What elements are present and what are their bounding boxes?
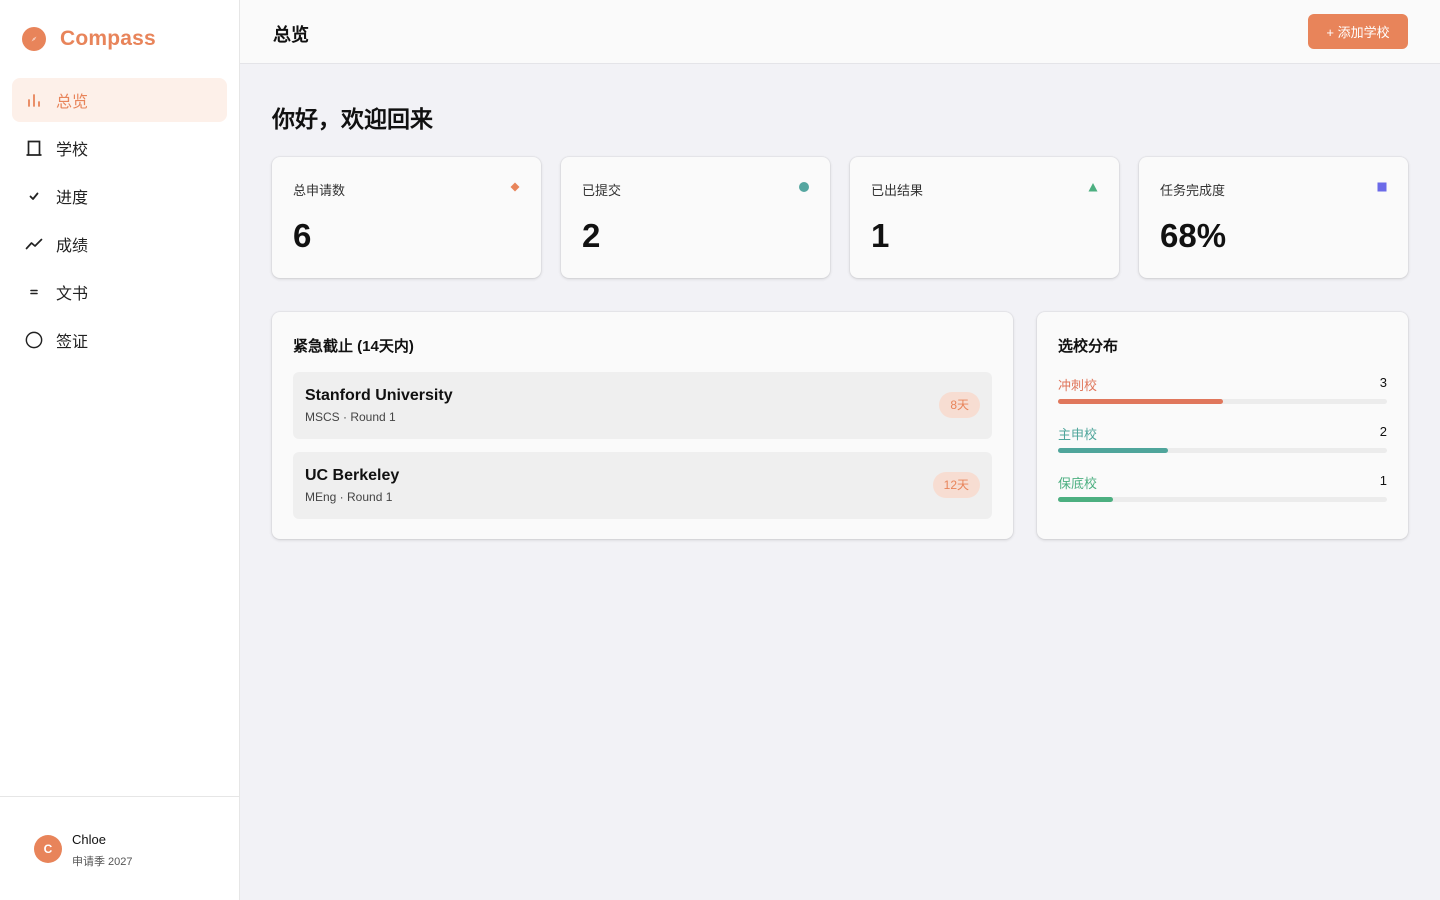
distribution-count: 1 <box>1379 473 1387 488</box>
deadline-detail: MSCS · Round 1 <box>305 410 396 424</box>
user-profile[interactable]: C Chloe 申请季 2027 <box>0 796 239 900</box>
page-title: 总览 <box>273 25 309 45</box>
deadline-school: UC Berkeley <box>305 467 400 484</box>
distribution-label: 冲刺校 <box>1058 378 1098 393</box>
avatar: C <box>34 835 62 863</box>
sidebar: Compass 总览 学校 进度 成绩 文书 签证 C Chloe 申请季 20… <box>0 0 240 900</box>
deadline-detail: MEng · Round 1 <box>305 490 393 504</box>
compass-icon <box>22 27 46 51</box>
distribution-label: 主申校 <box>1058 427 1098 442</box>
stat-label: 已提交 <box>582 183 622 198</box>
sidebar-item-label: 签证 <box>56 334 89 351</box>
sidebar-item-label: 进度 <box>56 190 89 207</box>
brand-name: Compass <box>60 27 156 50</box>
distribution-title: 选校分布 <box>1058 338 1119 355</box>
stat-card-results: 已出结果 1 <box>850 157 1119 278</box>
stat-label: 任务完成度 <box>1160 183 1226 198</box>
sidebar-item-scores[interactable]: 成绩 <box>12 222 227 266</box>
stat-label: 总申请数 <box>293 183 346 198</box>
sidebar-item-visa[interactable]: 签证 <box>12 318 227 362</box>
stat-card-completion: 任务完成度 68% <box>1139 157 1408 278</box>
sidebar-item-overview[interactable]: 总览 <box>12 78 227 122</box>
user-subtitle: 申请季 2027 <box>72 856 133 868</box>
stat-label: 已出结果 <box>871 183 924 198</box>
sidebar-item-essays[interactable]: 文书 <box>12 270 227 314</box>
sidebar-nav: 总览 学校 进度 成绩 文书 签证 <box>12 78 227 366</box>
days-left-badge: 8天 <box>939 392 980 418</box>
sidebar-item-progress[interactable]: 进度 <box>12 174 227 218</box>
brand[interactable]: Compass <box>22 26 156 52</box>
trend-up-icon <box>25 235 43 253</box>
distribution-row: 冲刺校 3 <box>1058 375 1387 405</box>
distribution-bar <box>1058 497 1387 502</box>
document-lines-icon <box>25 283 43 301</box>
diamond-icon <box>510 182 520 192</box>
bar-chart-icon <box>25 91 43 109</box>
days-left-badge: 12天 <box>932 472 980 498</box>
distribution-count: 3 <box>1379 375 1387 390</box>
add-school-button[interactable]: + 添加学校 <box>1308 14 1408 49</box>
sidebar-item-label: 成绩 <box>56 238 89 255</box>
stat-value: 1 <box>871 217 890 254</box>
distribution-bar-fill <box>1058 497 1113 502</box>
stat-value: 68% <box>1160 217 1227 254</box>
user-name: Chloe <box>72 832 106 847</box>
deadlines-panel: 紧急截止 (14天内) Stanford University MSCS · R… <box>272 312 1013 539</box>
building-icon <box>25 139 43 157</box>
dot-icon <box>799 182 809 192</box>
stat-card-total: 总申请数 6 <box>272 157 541 278</box>
distribution-count: 2 <box>1379 424 1387 439</box>
square-icon <box>1377 182 1387 192</box>
distribution-label: 保底校 <box>1058 476 1098 491</box>
deadline-school: Stanford University <box>305 387 453 404</box>
check-icon <box>25 187 43 205</box>
sidebar-item-label: 总览 <box>56 94 89 111</box>
stat-value: 6 <box>293 217 312 254</box>
distribution-bar-fill <box>1058 448 1168 453</box>
distribution-row: 保底校 1 <box>1058 473 1387 503</box>
distribution-row: 主申校 2 <box>1058 424 1387 454</box>
greeting: 你好，欢迎回来 <box>272 106 433 132</box>
top-header: 总览 + 添加学校 <box>240 0 1440 64</box>
sidebar-item-label: 文书 <box>56 286 89 303</box>
distribution-panel: 选校分布 冲刺校 3 主申校 2 保底校 1 <box>1037 312 1408 539</box>
deadline-item[interactable]: UC Berkeley MEng · Round 1 12天 <box>293 452 992 519</box>
distribution-bar <box>1058 448 1387 453</box>
distribution-bar <box>1058 399 1387 404</box>
sidebar-item-schools[interactable]: 学校 <box>12 126 227 170</box>
deadline-item[interactable]: Stanford University MSCS · Round 1 8天 <box>293 372 992 439</box>
stat-value: 2 <box>582 217 601 254</box>
distribution-bar-fill <box>1058 399 1223 404</box>
sidebar-item-label: 学校 <box>56 142 89 159</box>
circle-icon <box>25 331 43 349</box>
stat-card-submitted: 已提交 2 <box>561 157 830 278</box>
deadlines-title: 紧急截止 (14天内) <box>293 338 414 355</box>
triangle-icon <box>1088 183 1098 192</box>
